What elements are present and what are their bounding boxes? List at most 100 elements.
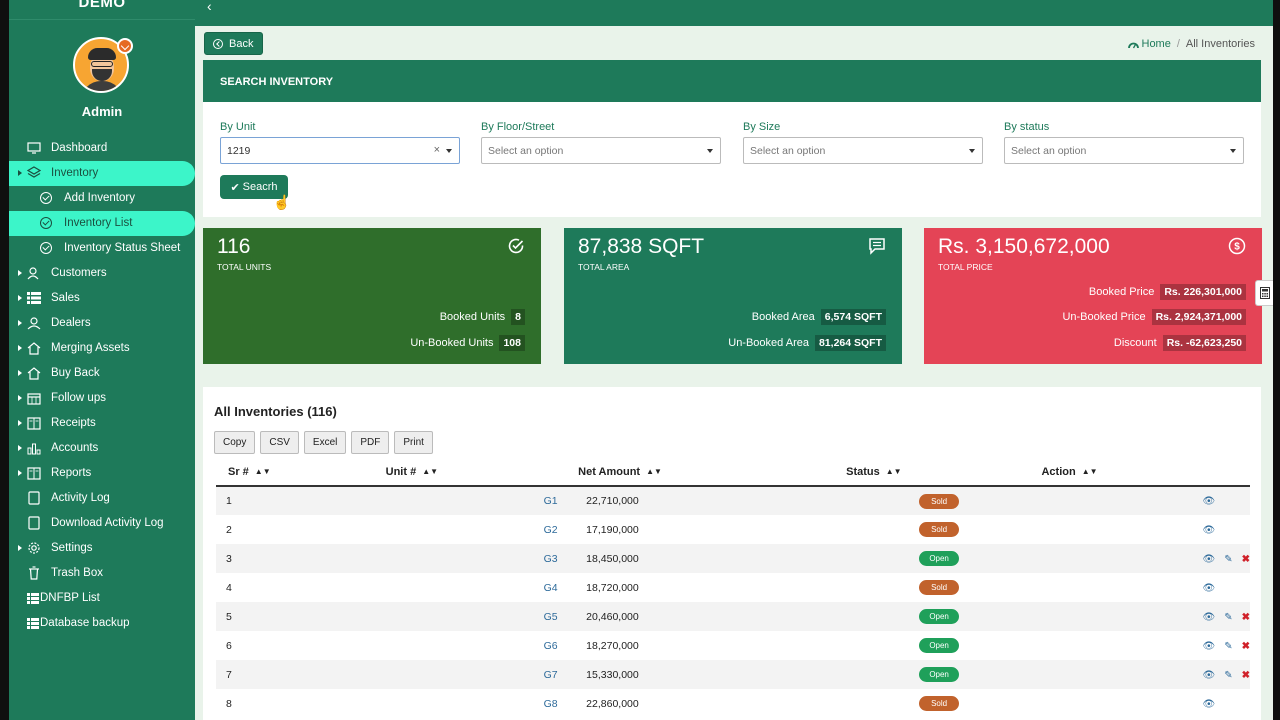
calculator-icon[interactable]: [1255, 280, 1273, 306]
sidebar-item-add-inventory[interactable]: Add Inventory: [9, 186, 195, 211]
sidebar-item-reports[interactable]: Reports: [9, 461, 195, 486]
pencil-icon[interactable]: ✎: [1224, 641, 1232, 652]
eye-icon[interactable]: 👁: [1202, 699, 1215, 710]
sidebar-item-inventory[interactable]: Inventory: [9, 161, 195, 186]
arrow-left-circle-icon: [213, 38, 223, 49]
csv-button[interactable]: CSV: [260, 431, 299, 454]
column-header-net-amount[interactable]: Net Amount ▲▼: [566, 458, 835, 487]
sidebar-item-customers[interactable]: Customers: [9, 261, 195, 286]
check-circle-icon: [39, 216, 53, 230]
sidebar-item-dashboard[interactable]: Dashboard: [9, 136, 195, 161]
table-row: 6 G6 18,270,000 Open 👁 ✎ ✖: [216, 631, 1250, 660]
excel-button[interactable]: Excel: [303, 431, 347, 454]
cell-unit-link[interactable]: G3: [373, 544, 567, 573]
sidebar-item-accounts[interactable]: Accounts: [9, 436, 195, 461]
sidebar-item-merging-assets[interactable]: Merging Assets: [9, 336, 195, 361]
list-title: All Inventories (116): [214, 404, 337, 419]
pencil-icon[interactable]: ✎: [1224, 554, 1232, 565]
caret-right-icon: [18, 170, 22, 176]
stat-card-total-area: 87,838 SQFT TOTAL AREA Booked Area 6,574…: [564, 228, 902, 364]
sidebar-item-download-activity-log[interactable]: Download Activity Log: [9, 511, 195, 536]
caret-right-icon: [18, 445, 22, 451]
sidebar-collapse-icon[interactable]: ‹: [207, 0, 212, 13]
status-badge: Open: [919, 609, 960, 624]
sidebar-item-trash-box[interactable]: Trash Box: [9, 561, 195, 586]
sidebar-item-dealers[interactable]: Dealers: [9, 311, 195, 336]
pencil-icon[interactable]: ✎: [1224, 670, 1232, 681]
cell-unit-link[interactable]: G7: [373, 660, 567, 689]
column-header-status[interactable]: Status ▲▼: [834, 458, 1030, 487]
eye-icon[interactable]: 👁: [1202, 525, 1215, 536]
eye-icon[interactable]: 👁: [1202, 641, 1215, 652]
status-badge: Open: [919, 638, 960, 653]
sort-icon: ▲▼: [646, 467, 662, 477]
sidebar-item-inventory-list[interactable]: Inventory List: [9, 211, 195, 236]
print-button[interactable]: Print: [394, 431, 433, 454]
unit-select[interactable]: 1219 ×: [220, 137, 460, 164]
column-header-label: Unit #: [385, 465, 417, 478]
back-button[interactable]: Back: [204, 32, 263, 55]
pdf-button[interactable]: PDF: [351, 431, 390, 454]
size-select[interactable]: Select an option: [743, 137, 983, 164]
delete-icon[interactable]: ✖: [1242, 641, 1250, 652]
hand-pointer-icon: ☝: [273, 194, 291, 210]
sidebar-item-database-backup[interactable]: Database backup: [9, 611, 195, 636]
breadcrumb-home[interactable]: Home: [1127, 38, 1171, 50]
caret-right-icon: [18, 320, 22, 326]
pencil-icon[interactable]: ✎: [1224, 612, 1232, 623]
cell-unit-link[interactable]: G8: [374, 689, 567, 718]
clear-icon[interactable]: ×: [434, 144, 440, 156]
delete-icon[interactable]: ✖: [1242, 670, 1250, 681]
eye-icon[interactable]: 👁: [1202, 554, 1215, 565]
cell-unit-link[interactable]: G1: [373, 486, 567, 515]
user-name: Admin: [81, 104, 123, 119]
cell-unit-link[interactable]: G4: [374, 573, 567, 602]
breadcrumb: Home / All Inventories: [1127, 38, 1255, 50]
inventory-table: Sr # ▲▼ Unit # ▲▼ Net Amount ▲▼ Status ▲▼ Ac…: [216, 458, 1250, 718]
sidebar-item-label: Receipts: [51, 417, 96, 429]
svg-text:$: $: [1234, 242, 1240, 253]
column-header-action[interactable]: Action ▲▼: [1029, 458, 1250, 487]
cell-unit-link[interactable]: G5: [373, 602, 567, 631]
sidebar-item-settings[interactable]: Settings: [9, 536, 195, 561]
sidebar-item-inventory-status-sheet[interactable]: Inventory Status Sheet: [9, 236, 195, 261]
sidebar-item-sales[interactable]: Sales: [9, 286, 195, 311]
eye-icon[interactable]: 👁: [1202, 670, 1215, 681]
layers-icon: [27, 166, 41, 180]
cell-unit-link[interactable]: G6: [374, 631, 567, 660]
filter-label: By Unit: [220, 121, 256, 133]
delete-icon[interactable]: ✖: [1242, 612, 1250, 623]
delete-icon[interactable]: ✖: [1242, 554, 1250, 565]
column-header-unit[interactable]: Unit # ▲▼: [373, 458, 567, 487]
eye-icon[interactable]: 👁: [1202, 583, 1215, 594]
sidebar-item-receipts[interactable]: Receipts: [9, 411, 195, 436]
sidebar-item-follow-ups[interactable]: Follow ups: [9, 386, 195, 411]
column-header-sr[interactable]: Sr # ▲▼: [216, 458, 374, 487]
cell-unit-link[interactable]: G2: [374, 515, 567, 544]
comment-icon: [868, 237, 886, 255]
eye-icon[interactable]: 👁: [1202, 612, 1215, 623]
filter-label: By status: [1004, 121, 1050, 133]
floor-select[interactable]: Select an option: [481, 137, 721, 164]
stat-row-label: Booked Units: [439, 311, 506, 323]
column-header-label: Action: [1041, 465, 1076, 478]
status-badge: Sold: [919, 580, 960, 595]
list-icon: [27, 291, 41, 305]
sidebar-item-label: Add Inventory: [64, 192, 135, 204]
cell-net-amount: 17,190,000: [586, 523, 639, 536]
copy-button[interactable]: Copy: [214, 431, 256, 454]
column-header-label: Status: [846, 465, 880, 478]
cell-net-amount: 22,710,000: [566, 486, 835, 515]
sidebar-item-dnfbp-list[interactable]: DNFBP List: [9, 586, 195, 611]
status-select[interactable]: Select an option: [1004, 137, 1244, 164]
brand-logo: DEMO: [9, 0, 195, 20]
sidebar-item-activity-log[interactable]: Activity Log: [9, 486, 195, 511]
sidebar-item-label: Dealers: [51, 317, 91, 329]
check-icon: ✔: [230, 181, 240, 194]
sidebar-item-buy-back[interactable]: Buy Back: [9, 361, 195, 386]
trash-icon: [27, 566, 41, 580]
eye-icon[interactable]: 👁: [1202, 496, 1215, 507]
chevron-down-icon: [1230, 149, 1236, 153]
stat-row-label: Booked Area: [751, 311, 815, 323]
stat-caption: TOTAL AREA: [578, 262, 630, 272]
